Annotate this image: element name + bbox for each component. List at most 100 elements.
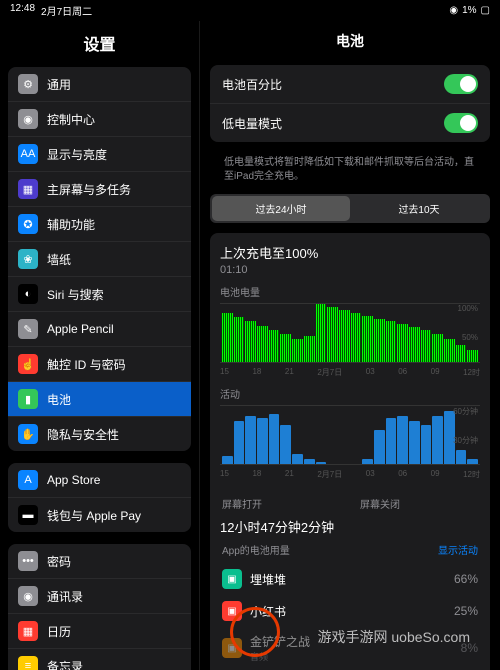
sidebar-label: Siri 与搜索 (47, 286, 104, 303)
battery-icon: ▢ (481, 5, 490, 16)
sidebar-item-主屏幕与多任务[interactable]: ▦主屏幕与多任务 (8, 172, 191, 207)
status-date: 2月7日周二 (41, 3, 92, 18)
activity-bar (304, 459, 315, 464)
sidebar-label: 通讯录 (47, 588, 83, 605)
app-icon: ▣ (222, 569, 242, 589)
level-bar (456, 345, 467, 362)
level-bar (421, 330, 432, 362)
sidebar-label: 墙纸 (47, 251, 71, 268)
activity-bar (374, 430, 385, 464)
settings-sidebar[interactable]: 设置 ⚙通用◉控制中心AA显示与亮度▦主屏幕与多任务 ✪ 辅助功能 ❀ 墙纸 ◐ Siri … (0, 21, 200, 670)
level-bar (432, 334, 443, 362)
sidebar-label: 主屏幕与多任务 (47, 181, 131, 198)
level-bar (397, 324, 408, 362)
activity-bar (234, 421, 245, 465)
activity-bar (432, 416, 443, 464)
battery-pct-toggle[interactable] (444, 74, 478, 94)
sidebar-item-Siri 与搜索[interactable]: ◐ Siri 与搜索 (8, 277, 191, 312)
show-activity-link[interactable]: 显示活动 (438, 542, 478, 557)
level-bar (351, 313, 362, 362)
level-bar (339, 310, 350, 362)
level-bar (409, 327, 420, 362)
level-bar (269, 330, 280, 362)
sidebar-item-隐私与安全性[interactable]: ✋ 隐私与安全性 (8, 417, 191, 451)
sidebar-item-Apple Pencil[interactable]: ✎ Apple Pencil (8, 312, 191, 347)
level-bar (280, 334, 291, 362)
sidebar-item-通讯录[interactable]: ◉通讯录 (8, 579, 191, 614)
app-name: 小红书 (250, 603, 446, 620)
low-power-note: 低电量模式将暂时降低如下载和邮件抓取等后台活动，直至iPad完全充电。 (210, 152, 490, 194)
app-name: 埋堆堆 (250, 571, 446, 588)
sidebar-item-辅助功能[interactable]: ✪ 辅助功能 (8, 207, 191, 242)
watermark-icon (230, 607, 280, 657)
activity-chart: 60分钟 30分钟 (220, 405, 480, 465)
sidebar-label: 备忘录 (47, 658, 83, 670)
time-range-tabs: 过去24小时 过去10天 (210, 194, 490, 223)
activity-bar (257, 418, 268, 464)
level-bar (222, 313, 233, 362)
level-bar (374, 319, 385, 363)
activity-bar (467, 459, 478, 464)
status-bar: 12:48 2月7日周二 ◉ 1% ▢ (0, 0, 500, 21)
app-subtitle: 音频 (250, 650, 453, 663)
activity-bar (386, 418, 397, 464)
activity-label: 活动 (220, 386, 480, 401)
low-power-row: 低电量模式 (210, 104, 490, 142)
sidebar-icon: ••• (18, 551, 38, 571)
battery-content[interactable]: 电池 电池百分比 低电量模式 低电量模式将暂时降低如下载和邮件抓取等后台活动，直… (200, 21, 500, 670)
tab-10d[interactable]: 过去10天 (350, 196, 488, 221)
sidebar-item-电池[interactable]: ▮电池 (8, 382, 191, 417)
sidebar-item-显示与亮度[interactable]: AA显示与亮度 (8, 137, 191, 172)
sidebar-icon: ◐ (18, 284, 38, 304)
sidebar-item-钱包与 Apple Pay[interactable]: ▬钱包与 Apple Pay (8, 498, 191, 532)
level-bar (316, 304, 327, 362)
battery-percentage-row: 电池百分比 (210, 65, 490, 104)
sidebar-label: Apple Pencil (47, 322, 114, 336)
app-usage-label: App的电池用量 (222, 542, 290, 557)
level-bar (257, 326, 268, 362)
sidebar-icon: ⚙ (18, 74, 38, 94)
sidebar-label: 隐私与安全性 (47, 426, 119, 443)
sidebar-item-墙纸[interactable]: ❀ 墙纸 (8, 242, 191, 277)
tab-24h[interactable]: 过去24小时 (212, 196, 350, 221)
sidebar-icon: A (18, 470, 38, 490)
app-usage-row[interactable]: ▣埋堆堆66% (220, 563, 480, 595)
app-percentage: 8% (461, 641, 478, 655)
activity-bar (222, 456, 233, 464)
sidebar-item-密码[interactable]: •••密码 (8, 544, 191, 579)
sidebar-icon: ☝ (18, 354, 38, 374)
level-bar (304, 336, 315, 362)
app-percentage: 25% (454, 604, 478, 618)
last-charge-title: 上次充电至100% (220, 243, 480, 262)
level-bar (327, 307, 338, 362)
sidebar-icon: AA (18, 144, 38, 164)
battery-level-chart: 100% 50% (220, 303, 480, 363)
sidebar-icon: ▮ (18, 389, 38, 409)
sidebar-icon: ✋ (18, 424, 38, 444)
sidebar-item-触控 ID 与密码[interactable]: ☝触控 ID 与密码 (8, 347, 191, 382)
sidebar-item-通用[interactable]: ⚙通用 (8, 67, 191, 102)
status-time: 12:48 (10, 3, 35, 18)
sidebar-title: 设置 (0, 21, 199, 67)
activity-bar (245, 416, 256, 464)
sidebar-item-控制中心[interactable]: ◉控制中心 (8, 102, 191, 137)
level-bar (386, 321, 397, 362)
sidebar-icon: ✎ (18, 319, 38, 339)
low-power-toggle[interactable] (444, 113, 478, 133)
activity-bar (421, 425, 432, 464)
battery-status: 1% (462, 5, 476, 16)
activity-bar (292, 454, 303, 464)
page-title: 电池 (210, 21, 490, 65)
sidebar-icon: ✪ (18, 214, 38, 234)
sidebar-icon: ❀ (18, 249, 38, 269)
chart-x-labels: 1518212月7日03060912时 (220, 367, 480, 378)
level-bar (467, 350, 478, 362)
signal-icon: ◉ (449, 5, 458, 16)
sidebar-item-日历[interactable]: ▦日历 (8, 614, 191, 649)
level-bar (362, 316, 373, 362)
battery-level-label: 电池电量 (220, 284, 480, 299)
sidebar-label: 钱包与 Apple Pay (47, 507, 141, 524)
sidebar-item-App Store[interactable]: AApp Store (8, 463, 191, 498)
sidebar-icon: ≡ (18, 656, 38, 670)
sidebar-label: 辅助功能 (47, 216, 95, 233)
